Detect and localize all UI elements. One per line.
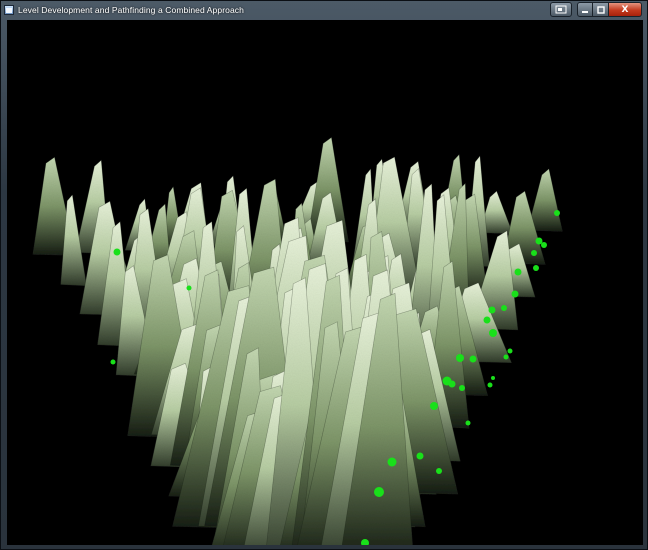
path-marker: [514, 268, 522, 276]
close-icon: X: [621, 4, 629, 15]
path-marker: [387, 457, 397, 467]
path-marker: [186, 285, 192, 291]
path-marker: [554, 210, 560, 216]
path-marker: [469, 355, 477, 363]
title-bar[interactable]: Level Development and Pathfinding a Comb…: [1, 1, 647, 21]
window-title: Level Development and Pathfinding a Comb…: [18, 5, 244, 15]
terrain-scene[interactable]: [7, 20, 643, 545]
path-marker: [459, 385, 465, 391]
path-marker: [488, 306, 496, 314]
path-marker: [483, 316, 491, 324]
path-marker: [430, 402, 438, 410]
help-icon: [555, 5, 567, 14]
app-window: Level Development and Pathfinding a Comb…: [0, 0, 648, 550]
minimize-icon: [582, 10, 588, 13]
path-marker: [416, 452, 424, 460]
help-button[interactable]: [550, 2, 572, 17]
path-marker: [533, 265, 539, 271]
terrain-mesh: [32, 136, 563, 545]
app-icon[interactable]: [4, 5, 14, 15]
path-marker: [487, 382, 493, 388]
path-marker: [465, 420, 471, 426]
path-marker: [541, 242, 547, 248]
path-marker: [501, 305, 507, 311]
path-marker: [503, 354, 509, 360]
path-marker: [448, 380, 456, 388]
maximize-icon: [596, 5, 605, 14]
render-viewport[interactable]: [7, 20, 643, 545]
path-marker: [507, 348, 513, 354]
minimize-button[interactable]: [577, 2, 593, 17]
maximize-button[interactable]: [593, 2, 609, 17]
path-marker: [489, 329, 497, 337]
path-marker: [511, 290, 519, 298]
path-marker: [456, 354, 464, 362]
path-marker: [374, 487, 384, 497]
path-marker: [436, 468, 442, 474]
path-marker: [531, 250, 537, 256]
path-marker: [491, 376, 495, 380]
close-button[interactable]: X: [609, 2, 642, 17]
path-marker: [113, 248, 121, 256]
path-marker: [110, 359, 116, 365]
